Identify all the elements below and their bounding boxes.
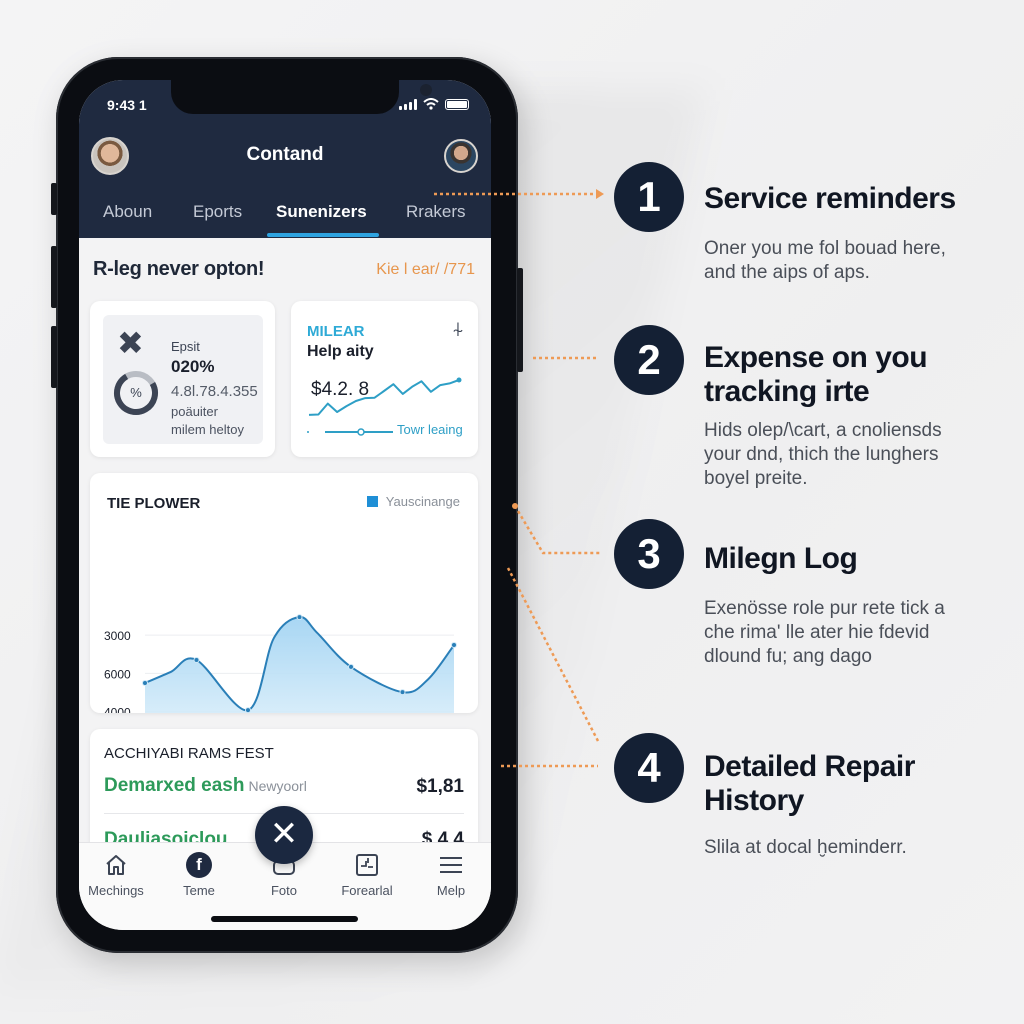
nav-item-forearlal[interactable]: Forearlal [327,851,407,898]
notch [171,80,432,114]
sparkline-endpoint [456,377,462,383]
data-point [245,707,251,713]
summary-card[interactable]: ✖ % Epsit 020% 4.8l.78.4.355 poäuiter mi… [90,301,275,457]
nav-label: Teme [183,883,215,898]
pin-icon[interactable]: ⍭ [452,319,464,342]
nav-label: Mechings [88,883,144,898]
home-indicator[interactable] [211,916,358,922]
y-tick-label: 3000 [104,629,131,643]
nav-label: Forearlal [341,883,393,898]
data-point [399,689,406,696]
status-icons [399,98,469,110]
contact-avatar[interactable] [444,139,478,173]
summary-line-1: poäuiter [171,404,218,419]
feature-desc-line: boyel preite. [704,468,808,489]
mileage-amount: $4.2. 8 [311,379,370,400]
feature-title-line: History [704,784,804,817]
feature-title-line: Detailed Repair [704,750,915,783]
nav-label: Foto [270,883,297,898]
nav-item-teme[interactable]: f Teme [159,851,239,898]
list-title: ACCHIYABI RAMS FEST [104,745,274,762]
nav-item-melp[interactable]: Melp [411,851,491,898]
y-tick-label: 6000 [104,667,131,681]
feature-title-4: Detailed Repair History [704,750,915,818]
facebook-circle-icon: f [159,851,239,879]
volume-down-button [51,326,57,388]
y-tick-label: 4000 [104,706,131,713]
series-area [145,617,454,713]
chart-card: TIE PLOWER Yauscinange 00004000600030001… [90,473,478,713]
close-fab-button[interactable]: ✕ [255,806,313,864]
data-point [193,656,200,663]
feature-desc-line: Exenösse role pur rete tick a [704,598,945,619]
mileage-label: MILEAR [307,323,365,340]
feature-badge-4: 4 [614,733,684,803]
data-point [142,679,148,686]
summary-number: 4.8l.78.4.355 [171,383,258,400]
data-point [348,663,354,670]
feature-badge-1: 1 [614,162,684,232]
list-item-name[interactable]: Demarxed eash Newyoorl [104,775,307,797]
summary-line-2: milem heltoy [171,422,244,437]
tab-rrakers[interactable]: Rrakers [406,202,466,222]
sparkline-legend-line [307,428,393,436]
close-x-icon[interactable]: ✖ [117,327,144,359]
greeting-meta-link[interactable]: Kie l ear/ /771 [376,261,475,279]
feature-desc-line: Oner you me fol bouad here, [704,238,946,259]
signal-icon [399,99,417,110]
feature-title-2: Expense on you tracking irte [704,341,928,409]
ring-percent-label: % [130,385,142,400]
summary-inner-panel: ✖ % Epsit 020% 4.8l.78.4.355 poäuiter mi… [103,315,263,444]
sparkline-legend-label: Towr leaing [397,422,463,437]
feature-desc-3: Exenösse role pur rete tick a che rima' … [704,597,945,669]
data-point [296,614,303,621]
data-point [451,642,457,649]
feature-badge-3: 3 [614,519,684,589]
feature-desc-line: your dnd, thich the lunghers [704,444,939,465]
feature-title-line: Expense on you [704,341,928,374]
area-chart: 00004000600030001007172U5U94/5102 [104,614,457,713]
active-tab-indicator [267,233,379,237]
menu-icon [411,851,491,879]
volume-up-button [51,246,57,308]
power-button [517,268,523,372]
list-item-location: Newyoorl [248,778,307,794]
feature-desc-line: Hids olep/\cart, a cnoliensds [704,420,942,441]
feature-title-1: Service reminders [704,182,956,215]
mileage-subtitle: Help aity [307,343,374,360]
feature-desc-line: Slila at docal ḫeminderr. [704,837,907,858]
feature-desc-2: Hids olep/\cart, a cnoliensds your dnd, … [704,419,942,491]
map-frame-icon [327,851,407,879]
front-camera [420,84,432,96]
list-item-name-text: Demarxed eash [104,775,245,796]
app-header: 9:43 1 Contand Aboun Eports Sunenizers R… [79,80,491,238]
summary-label: Epsit [171,339,200,354]
phone-screen: 9:43 1 Contand Aboun Eports Sunenizers R… [79,80,491,930]
silent-switch [51,183,57,215]
tab-eports[interactable]: Eports [193,202,242,222]
nav-item-mechings[interactable]: Mechings [79,851,156,898]
feature-title-3: Milegn Log [704,542,858,575]
nav-label: Melp [436,883,466,898]
feature-title-line: tracking irte [704,375,870,408]
wifi-icon [423,98,439,110]
status-time: 9:43 1 [107,97,147,113]
home-icon [79,851,156,879]
feature-desc-4: Slila at docal ḫeminderr. [704,836,907,860]
feature-desc-1: Oner you me fol bouad here, and the aips… [704,237,946,285]
battery-icon [445,99,469,110]
tab-aboun[interactable]: Aboun [103,202,152,222]
feature-desc-line: and the aips of aps. [704,262,870,283]
tab-sunenizers[interactable]: Sunenizers [276,202,367,222]
greeting-heading: R-leg never opton! [93,258,265,280]
list-item-amount: $1,81 [416,776,464,797]
app-title: Contand [246,144,324,165]
summary-percent: 020% [171,357,215,376]
feature-desc-line: dlound fu; ang dago [704,646,872,667]
feature-desc-line: che rima' lle ater hie fdevid [704,622,930,643]
mileage-card[interactable]: MILEAR Help aity ⍭ $4.2. 8 Towr leaing [291,301,478,457]
feature-badge-2: 2 [614,325,684,395]
